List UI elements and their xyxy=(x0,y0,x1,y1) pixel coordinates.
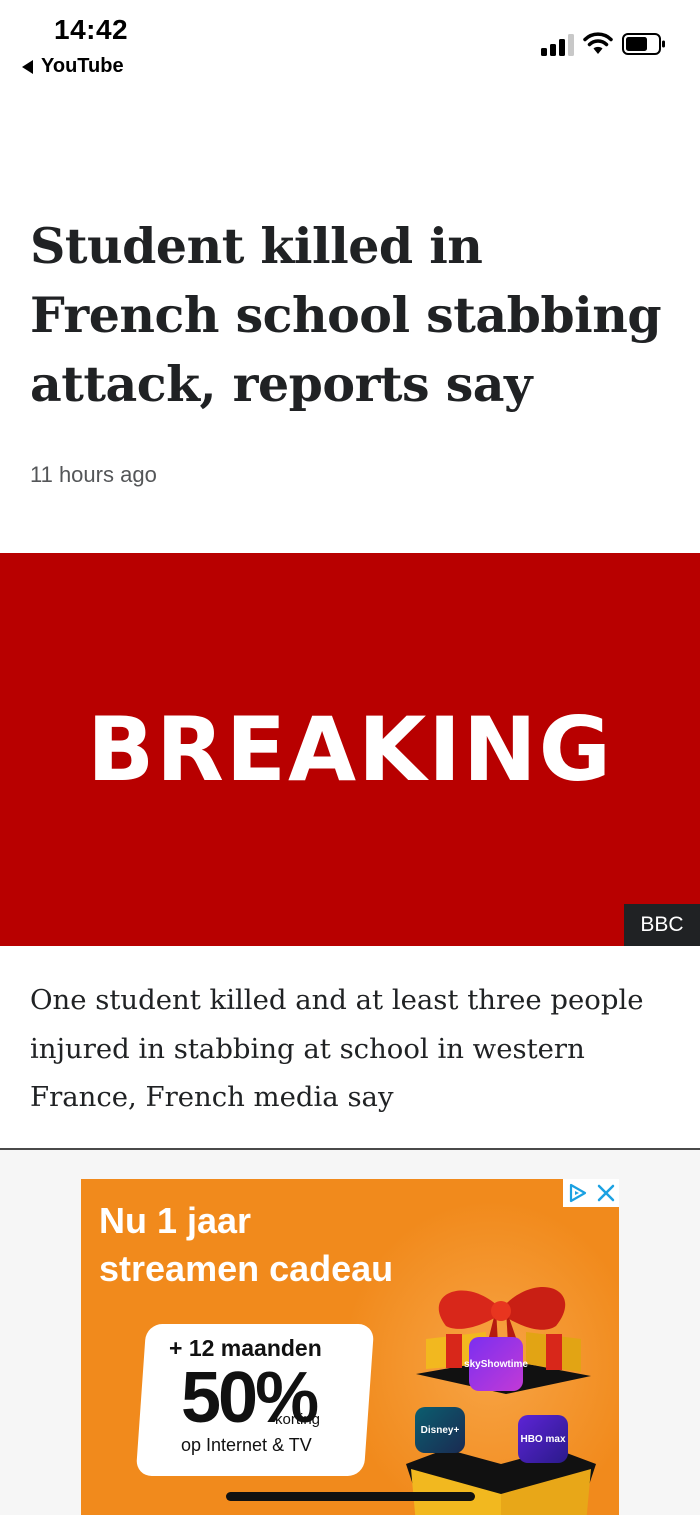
app-label-hbo-max: HBO max xyxy=(520,1433,566,1445)
ad-title: Nu 1 jaar streamen cadeau xyxy=(99,1197,393,1293)
cellular-signal-icon xyxy=(541,34,575,56)
advertisement-banner[interactable]: Nu 1 jaar streamen cadeau + 12 maanden 5… xyxy=(81,1179,619,1515)
ad-title-line-1: Nu 1 jaar xyxy=(99,1200,252,1241)
ad-title-line-2: streamen cadeau xyxy=(99,1248,394,1289)
article-summary: One student killed and at least three pe… xyxy=(30,984,644,1113)
close-icon[interactable] xyxy=(596,1183,616,1203)
disney-plus-app-icon: Disney+ xyxy=(415,1407,465,1453)
app-label-disney: Disney+ xyxy=(420,1424,460,1436)
ad-container: Nu 1 jaar streamen cadeau + 12 maanden 5… xyxy=(0,1150,700,1515)
wifi-icon xyxy=(583,32,613,54)
status-bar: 14:42 YouTube xyxy=(0,0,700,90)
breaking-news-image: BREAKING BBC xyxy=(0,553,700,946)
battery-icon xyxy=(622,33,665,55)
article-headline: Student killed in French school stabbing… xyxy=(30,217,662,413)
home-indicator[interactable] xyxy=(226,1492,475,1501)
article-timestamp: 11 hours ago xyxy=(30,462,157,487)
ad-choices-button[interactable] xyxy=(563,1179,619,1207)
hbo-max-app-icon: HBO max xyxy=(518,1415,568,1463)
back-caret-icon xyxy=(22,59,33,74)
back-to-app-link[interactable]: YouTube xyxy=(22,55,124,78)
app-label-skyshowtime: skyShowtime xyxy=(464,1358,528,1370)
image-credit: BBC xyxy=(624,904,700,946)
breaking-image-text: BREAKING xyxy=(87,698,613,801)
ad-offer-korting: korting xyxy=(275,1411,321,1428)
skyshowtime-app-icon: skyShowtime xyxy=(464,1337,528,1391)
back-app-label: YouTube xyxy=(41,55,124,77)
ad-offer-description: op Internet & TV xyxy=(181,1435,312,1455)
status-time: 14:42 xyxy=(54,14,129,45)
ad-choices-icon xyxy=(569,1183,586,1203)
